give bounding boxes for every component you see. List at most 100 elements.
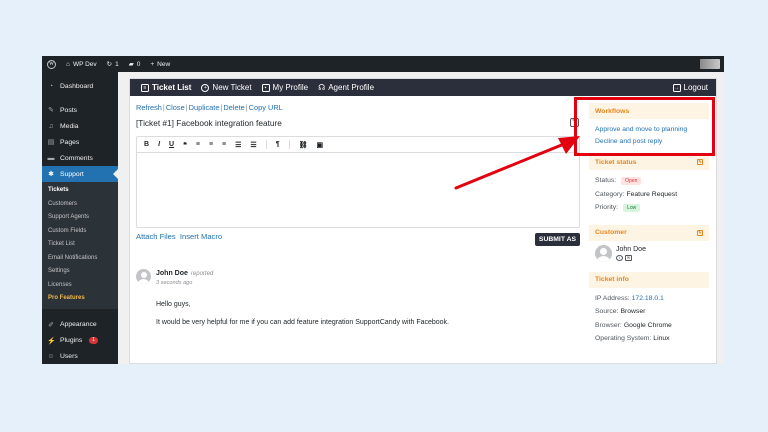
tab-ticket-list[interactable]: ≡ Ticket List [136,83,196,92]
delete-link[interactable]: Delete [223,103,244,112]
submenu-item-licenses[interactable]: Licenses [42,279,118,293]
annotation-arrow [454,136,580,190]
customer-card: John Doe i ✉ [589,241,709,266]
sidebar-item-label: Users [60,353,78,360]
submenu-item-email-notifications[interactable]: Email Notifications [42,252,118,266]
comments-link[interactable]: ▰ 0 [124,56,146,72]
logout-button[interactable]: → Logout [672,83,708,92]
ip-row: IP Address: 172.18.0.1 [595,292,703,306]
insert-macro-link[interactable]: Insert Macro [180,232,222,241]
thread-message-line: Hello guys, [156,301,191,308]
wp-logo-button[interactable]: W [42,56,61,72]
logout-icon: → [672,83,681,92]
italic-button[interactable]: I [158,141,160,148]
avatar [595,244,612,262]
submenu-item-ticket-list[interactable]: Ticket List [42,238,118,252]
new-content-link[interactable]: + New [145,56,175,72]
numbered-list-button[interactable]: ☰ [250,141,256,149]
widget-body: Status: Open Category: Feature Request Pri… [589,170,709,219]
wordpress-icon: W [47,59,56,69]
id-card-icon: ▪ [261,83,270,92]
sidebar-item-pages[interactable]: ▤ Pages [42,134,118,150]
refresh-link[interactable]: Refresh [136,103,162,112]
tab-my-profile[interactable]: ▪ My Profile [257,83,314,92]
align-left-button[interactable]: ≡ [196,141,200,148]
thread-action: reported [190,271,214,277]
align-right-button[interactable]: ≡ [222,141,226,148]
info-icon[interactable]: i [616,254,623,261]
sidebar-item-support[interactable]: ✱ Support [42,166,118,182]
submit-as-button[interactable]: SUBMIT AS [535,233,580,246]
widget-header: Ticket status ✎ [589,154,709,170]
close-link[interactable]: Close [166,103,185,112]
copy-url-link[interactable]: Copy URL [249,103,283,112]
submenu-item-custom-fields[interactable]: Custom Fields [42,225,118,239]
admin-bar: W ⌂ WP Dev ↻ 1 ▰ 0 + New [42,56,724,72]
submenu-item-support-agents[interactable]: Support Agents [42,211,118,225]
ticket-actions: Refresh|Close|Duplicate|Delete|Copy URL [136,103,283,112]
home-icon: ⌂ [66,60,70,68]
edit-icon[interactable]: ✎ [697,229,703,236]
underline-button[interactable]: U [169,141,174,148]
customer-name: John Doe [616,245,646,253]
sidebar-item-posts[interactable]: ✎ Posts [42,102,118,118]
support-submenu: Tickets Customers Support Agents Custom … [42,182,118,309]
separator: | [245,103,248,112]
field-label: IP Address: [595,294,630,302]
status-badge: Open [621,176,642,185]
submenu-item-tickets[interactable]: Tickets [42,184,118,198]
tab-agent-profile[interactable]: ☊ Agent Profile [313,83,379,92]
sidebar-item-appearance[interactable]: ✐ Appearance [42,317,118,333]
sidebar-item-dashboard[interactable]: ◔ Dashboard [42,78,118,94]
widget-title: Ticket info [595,276,629,283]
admin-sidebar: ◔ Dashboard ✎ Posts ♫ Media ▤ Pages ▬ Comment… [42,72,118,364]
bold-button[interactable]: B [144,141,149,148]
image-button[interactable]: ▣ [317,141,324,149]
sidebar-item-media[interactable]: ♫ Media [42,118,118,134]
separator: | [185,103,188,112]
tab-new-ticket[interactable]: + New Ticket [196,83,256,92]
edit-icon[interactable]: ✎ [697,159,703,165]
sidebar-item-label: Support [60,170,84,178]
attach-files-link[interactable]: Attach Files [136,232,176,241]
widget-header: Customer ✎ [589,224,709,241]
link-button[interactable]: ⛓ [299,141,308,149]
sidebar-item-users[interactable]: ☺ Users [42,349,118,365]
field-label: Priority: [595,204,619,212]
site-name-label: WP Dev [72,60,97,68]
paragraph-button[interactable]: ¶ [276,141,280,148]
blockquote-button[interactable]: ❝ [183,141,187,149]
widget-title: Customer [595,229,627,236]
sidebar-item-label: Plugins [60,337,83,344]
page-icon: ▤ [47,139,55,146]
sidebar-item-comments[interactable]: ▬ Comments [42,150,118,166]
status-row: Status: Open [595,174,703,188]
field-label: Browser: [595,321,622,329]
thread-author: John Doe reported [156,270,213,277]
thread-message-line: It would be very helpful for me if you c… [156,319,450,326]
tab-label: Agent Profile [328,83,375,92]
customer-actions: i ✉ [616,254,646,261]
sidebar-item-label: Comments [60,154,93,162]
ticket-title: [Ticket #1] Facebook integration feature [136,118,282,128]
submenu-item-settings[interactable]: Settings [42,265,118,279]
source-row: Source: Browser [595,305,703,319]
user-avatar[interactable] [700,59,720,69]
duplicate-link[interactable]: Duplicate [189,103,220,112]
bullet-list-button[interactable]: ☰ [235,141,241,149]
sidebar-item-plugins[interactable]: ⚡ Plugins 1 [42,333,118,349]
align-center-button[interactable]: ≡ [209,141,213,148]
avatar [136,269,151,284]
field-label: Source: [595,308,619,316]
email-icon[interactable]: ✉ [625,254,632,261]
site-name-link[interactable]: ⌂ WP Dev [61,56,102,72]
updates-link[interactable]: ↻ 1 [102,56,124,72]
toolbar-divider [265,140,267,149]
priority-row: Priority: Low [595,201,703,215]
ip-value[interactable]: 172.18.0.1 [632,295,664,302]
submenu-item-pro-features[interactable]: Pro Features [42,292,118,306]
submenu-item-customers[interactable]: Customers [42,198,118,212]
sidebar-item-label: Appearance [60,321,97,328]
customer-details: John Doe i ✉ [616,246,646,261]
